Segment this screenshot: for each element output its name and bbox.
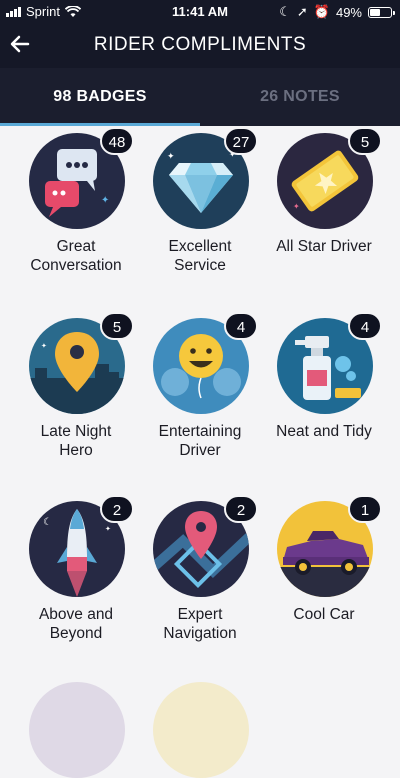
svg-text:✦: ✦	[167, 152, 175, 162]
badge-label: All Star Driver	[276, 238, 372, 255]
badge-count: 27	[224, 127, 258, 155]
moon-icon: ☾	[279, 4, 291, 19]
badge-label: Expert Navigation	[163, 606, 237, 642]
status-bar: Sprint 11:41 AM ☾ ➚ ⏰ 49%	[0, 0, 400, 22]
badge-count: 2	[100, 495, 134, 523]
badge-label: Entertaining Driver	[158, 423, 242, 459]
svg-text:✦: ✦	[293, 202, 300, 211]
badge-label: Late Night Hero	[40, 423, 112, 459]
svg-text:✦: ✦	[41, 342, 47, 350]
location-icon: ➚	[296, 4, 308, 19]
badge-label: Excellent Service	[168, 238, 232, 274]
badge-label: Neat and Tidy	[276, 423, 372, 440]
badge-count: 2	[224, 495, 258, 523]
battery-icon	[368, 6, 395, 18]
badge-label: Above and Beyond	[38, 606, 114, 642]
svg-text:☾: ☾	[43, 517, 52, 528]
tab-notes[interactable]: 26 NOTES	[200, 68, 400, 126]
tab-bar: 98 BADGES 26 NOTES	[0, 68, 400, 126]
badge-image-icon	[29, 682, 125, 778]
tab-badges[interactable]: 98 BADGES	[0, 68, 200, 126]
badge-image-icon	[153, 682, 249, 778]
battery-percent: 49%	[335, 4, 362, 20]
badge-count: 4	[348, 312, 382, 340]
badge-count: 48	[100, 127, 134, 155]
badge-count: 1	[348, 495, 382, 523]
badge-label: Cool Car	[293, 606, 355, 623]
badge-count: 5	[348, 127, 382, 155]
alarm-icon: ⏰	[313, 4, 330, 19]
svg-text:✦: ✦	[101, 195, 109, 206]
svg-text:✦: ✦	[105, 525, 111, 533]
page-title: RIDER COMPLIMENTS	[93, 34, 307, 55]
badge-count: 4	[224, 312, 258, 340]
badge-count: 5	[100, 312, 134, 340]
app-header: RIDER COMPLIMENTS	[0, 22, 400, 68]
status-right: ☾ ➚ ⏰ 49%	[279, 4, 395, 20]
badge-label: Great Conversation	[30, 238, 122, 274]
